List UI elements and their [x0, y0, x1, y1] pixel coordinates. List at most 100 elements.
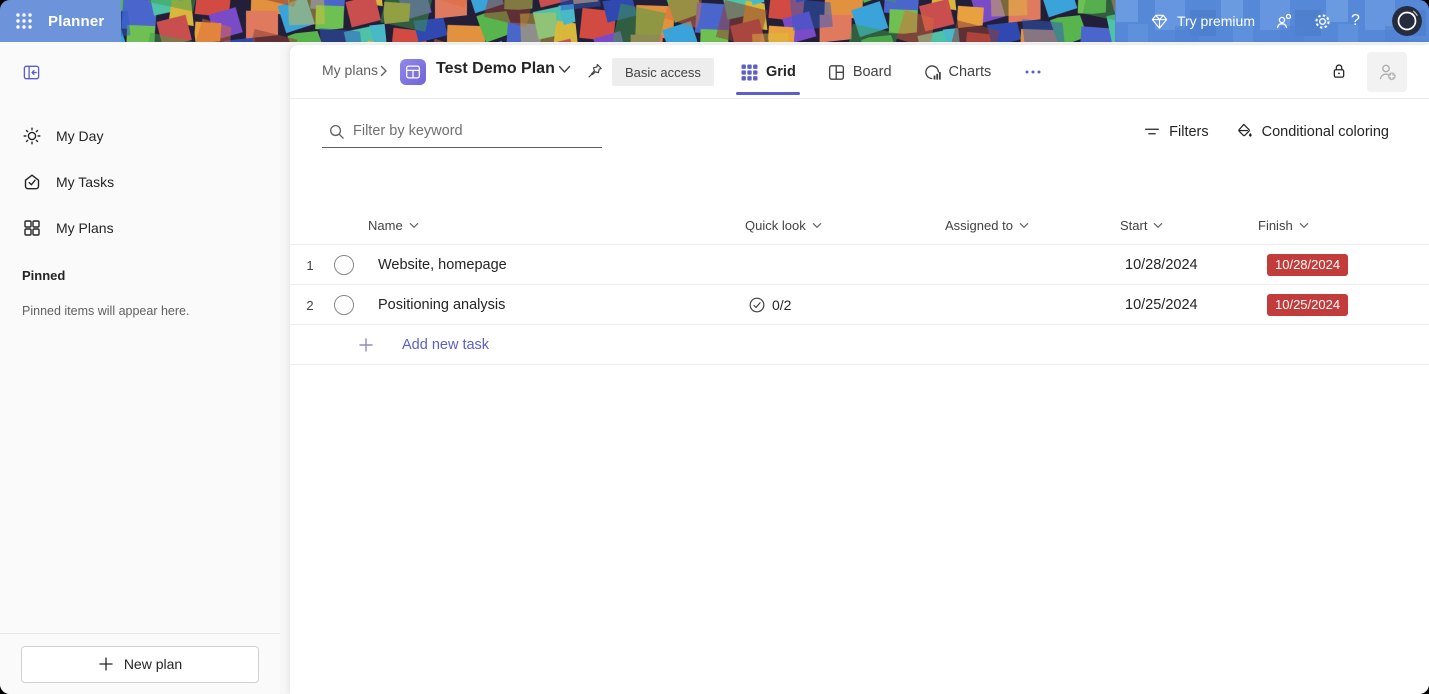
planner-window: Planner Try premium — [0, 0, 1429, 694]
filter-keyword-input[interactable] — [353, 123, 596, 139]
board-view-icon — [827, 63, 846, 82]
task-start-date[interactable]: 10/25/2024 — [1125, 285, 1198, 325]
topbar: Planner Try premium — [0, 0, 1429, 42]
access-badge: Basic access — [612, 58, 714, 86]
help-button[interactable]: ? — [1351, 12, 1373, 30]
new-plan-button[interactable]: New plan — [21, 646, 259, 683]
column-header-name[interactable]: Name — [368, 205, 419, 245]
chevron-down-icon — [409, 222, 419, 229]
plan-title: Test Demo Plan — [436, 60, 555, 78]
breadcrumb-chevron-icon — [380, 65, 388, 77]
search-icon — [328, 123, 345, 140]
collapse-sidebar-button[interactable] — [20, 63, 42, 85]
grid-view-icon — [740, 63, 759, 82]
plan-switcher-chevron-button[interactable] — [558, 65, 571, 74]
plan-view: My plans Test Demo Plan Basic acce — [290, 45, 1429, 694]
add-new-task-label: Add new task — [402, 337, 489, 353]
plus-icon — [358, 337, 374, 353]
chevron-down-icon — [1299, 222, 1309, 229]
chevron-down-icon — [558, 65, 571, 74]
pinned-section-header: Pinned — [22, 268, 65, 283]
task-start-date[interactable]: 10/28/2024 — [1125, 245, 1198, 285]
breadcrumb-my-plans-link[interactable]: My plans — [322, 62, 378, 78]
tab-charts[interactable]: Charts — [921, 45, 994, 99]
tab-grid[interactable]: Grid — [738, 45, 798, 99]
sidebar-item-label: My Plans — [56, 220, 114, 236]
conditional-coloring-label: Conditional coloring — [1262, 124, 1389, 140]
chevron-down-icon — [1153, 222, 1163, 229]
filter-field — [322, 115, 602, 148]
waffle-icon — [14, 11, 34, 31]
sidebar-item-label: My Day — [56, 128, 103, 144]
pin-icon — [586, 62, 604, 80]
plan-logo-icon — [400, 59, 426, 85]
column-header-start[interactable]: Start — [1120, 205, 1163, 245]
new-plan-label: New plan — [124, 656, 182, 672]
checklist-progress: 0/2 — [772, 297, 791, 313]
add-new-task-row[interactable]: Add new task — [290, 325, 1429, 365]
panel-collapse-icon — [22, 63, 41, 82]
table-row: 2 Positioning analysis 0/2 10/25/2024 10… — [290, 285, 1429, 325]
filters-label: Filters — [1169, 124, 1208, 140]
account-avatar[interactable] — [1392, 6, 1422, 36]
sidebar-item-my-day[interactable]: My Day — [0, 113, 280, 159]
privacy-lock-button[interactable] — [1330, 61, 1348, 81]
app-title: Planner — [48, 13, 104, 30]
charts-view-icon — [923, 63, 942, 82]
paint-bucket-icon — [1235, 122, 1254, 141]
premium-diamond-icon — [1150, 12, 1169, 31]
tab-charts-label: Charts — [949, 64, 992, 80]
complete-task-checkbox[interactable] — [334, 295, 354, 315]
checklist-check-icon — [748, 296, 766, 314]
task-name[interactable]: Positioning analysis — [378, 285, 505, 325]
row-number: 2 — [290, 285, 330, 325]
sidebar-nav: My Day My Tasks — [0, 113, 280, 251]
people-share-icon — [1274, 11, 1294, 31]
filters-icon — [1143, 123, 1161, 141]
tab-board-label: Board — [853, 64, 892, 80]
try-premium-label: Try premium — [1177, 13, 1255, 29]
task-name[interactable]: Website, homepage — [378, 245, 507, 285]
share-feedback-button[interactable] — [1274, 11, 1294, 31]
table-toolbar-actions: Filters Conditional coloring — [1143, 115, 1389, 148]
sidebar-item-my-plans[interactable]: My Plans — [0, 205, 280, 251]
pinned-empty-text: Pinned items will appear here. — [22, 304, 189, 318]
task-finish-date-badge[interactable]: 10/25/2024 — [1267, 294, 1348, 317]
tasks-check-icon — [22, 172, 42, 192]
table-row: 1 Website, homepage 10/28/2024 10/28/202… — [290, 245, 1429, 285]
ellipsis-icon — [1024, 69, 1042, 75]
sidebar-item-my-tasks[interactable]: My Tasks — [0, 159, 280, 205]
more-views-button[interactable] — [1020, 45, 1046, 99]
app-launcher-button[interactable] — [12, 9, 36, 33]
settings-button[interactable] — [1313, 12, 1332, 31]
pin-plan-button[interactable] — [586, 62, 604, 80]
task-grid: Name Quick look Assigned to Start Finish — [290, 205, 1429, 365]
gear-icon — [1313, 12, 1332, 31]
plans-grid-icon — [22, 218, 42, 238]
column-header-assigned-to[interactable]: Assigned to — [945, 205, 1029, 245]
lock-icon — [1330, 61, 1348, 81]
column-header-quick-look[interactable]: Quick look — [745, 205, 822, 245]
sidebar-item-label: My Tasks — [56, 174, 114, 190]
try-premium-button[interactable]: Try premium — [1150, 12, 1255, 31]
tab-board[interactable]: Board — [825, 45, 894, 99]
quick-look-checklist[interactable]: 0/2 — [748, 285, 791, 325]
add-member-button[interactable] — [1367, 52, 1407, 92]
chevron-down-icon — [1019, 222, 1029, 229]
topbar-actions: Try premium ? — [1150, 0, 1429, 42]
grid-header-row: Name Quick look Assigned to Start Finish — [290, 205, 1429, 245]
task-finish-date-badge[interactable]: 10/28/2024 — [1267, 254, 1348, 277]
tab-grid-label: Grid — [766, 64, 796, 80]
help-label: ? — [1351, 12, 1360, 30]
view-tabs: Grid Board — [738, 45, 1046, 99]
complete-task-checkbox[interactable] — [334, 255, 354, 275]
filters-button[interactable]: Filters — [1143, 123, 1208, 141]
sidebar: My Day My Tasks — [0, 42, 280, 694]
column-header-finish[interactable]: Finish — [1258, 205, 1309, 245]
active-tab-underline — [736, 92, 800, 95]
app-header-left: Planner — [0, 0, 121, 42]
conditional-coloring-button[interactable]: Conditional coloring — [1235, 122, 1389, 141]
sun-icon — [22, 126, 42, 146]
avatar-image — [1392, 6, 1422, 36]
person-add-icon — [1376, 61, 1398, 83]
